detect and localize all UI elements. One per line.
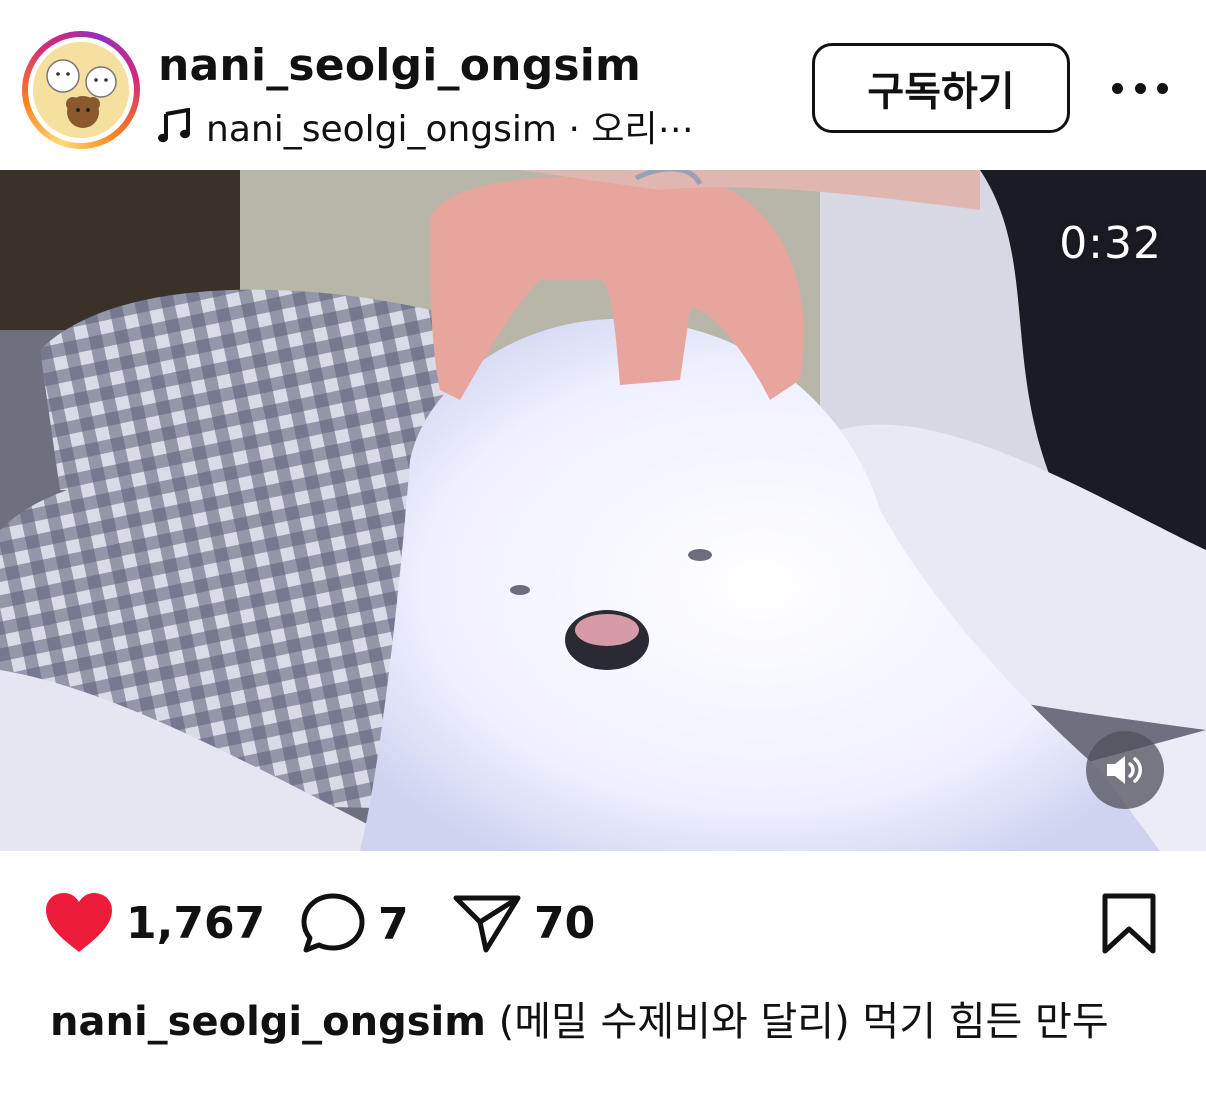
- avatar-illustration-icon: [33, 42, 129, 138]
- bookmark-button[interactable]: [1100, 893, 1158, 959]
- avatar-border: [28, 37, 134, 143]
- more-options-icon[interactable]: [1112, 70, 1168, 106]
- speaker-icon[interactable]: [1086, 731, 1164, 809]
- action-bar: 1,767 7 70: [0, 880, 1206, 970]
- speaker-icon-glyph: [1107, 756, 1142, 784]
- comment-button[interactable]: 7: [300, 892, 409, 956]
- heart-icon: [46, 893, 112, 952]
- like-button[interactable]: 1,767: [44, 892, 265, 954]
- bookmark-icon: [1102, 893, 1156, 954]
- username[interactable]: nani_seolgi_ongsim: [158, 40, 641, 91]
- caption-text: (메밀 수제비와 달리) 먹기 힘든 만두: [498, 999, 1109, 1045]
- caption-username[interactable]: nani_seolgi_ongsim: [50, 999, 486, 1045]
- story-ring[interactable]: [22, 31, 140, 149]
- video-player[interactable]: 0:32: [0, 170, 1206, 851]
- post-header: nani_seolgi_ongsim nani_seolgi_ongsim · …: [0, 0, 1206, 170]
- video-frame: [0, 170, 1206, 851]
- comment-icon: [301, 893, 365, 953]
- comment-count: 7: [378, 898, 409, 950]
- music-label: nani_seolgi_ongsim · 오리⋯: [206, 109, 694, 150]
- music-note-icon: [158, 108, 190, 143]
- subscribe-button[interactable]: 구독하기: [812, 43, 1070, 133]
- avatar[interactable]: [33, 42, 129, 138]
- music-info[interactable]: nani_seolgi_ongsim · 오리⋯: [158, 100, 694, 152]
- send-icon: [453, 895, 521, 953]
- post-caption: nani_seolgi_ongsim (메밀 수제비와 달리) 먹기 힘든 만두: [50, 996, 1160, 1048]
- share-count: 70: [534, 897, 596, 949]
- share-button[interactable]: 70: [452, 892, 595, 954]
- like-count: 1,767: [126, 897, 266, 949]
- video-timestamp: 0:32: [1059, 218, 1162, 269]
